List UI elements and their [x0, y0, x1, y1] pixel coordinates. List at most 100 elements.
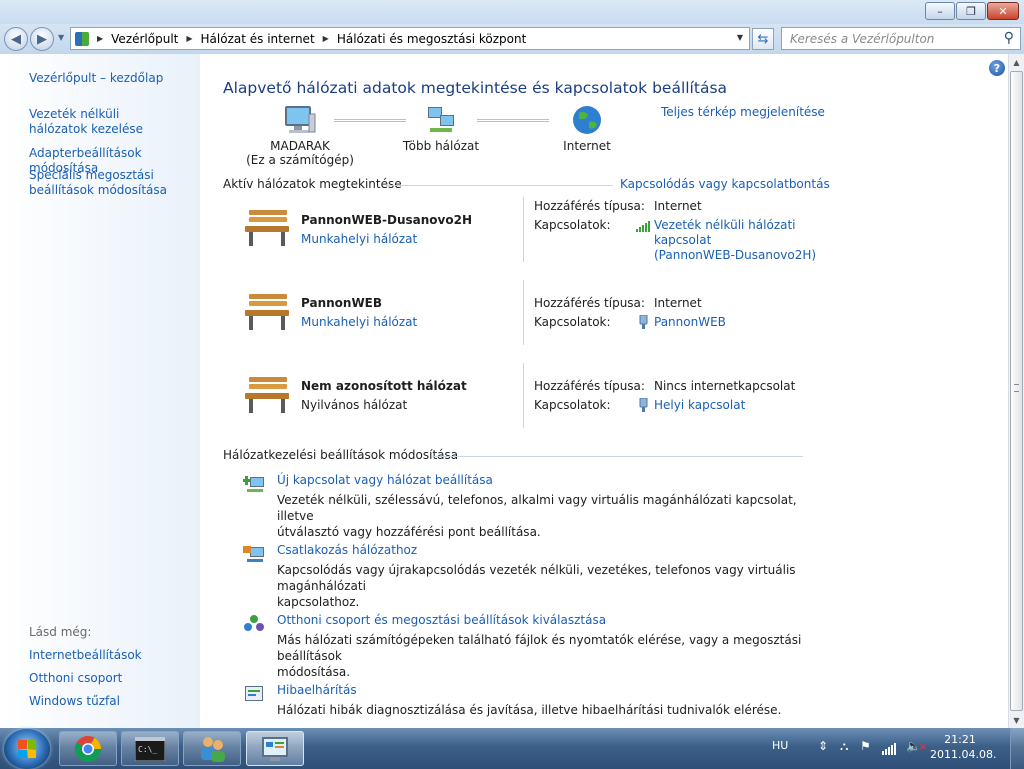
- network-type: Nyilvános hálózat: [301, 398, 408, 412]
- maximize-button[interactable]: ❐: [956, 2, 986, 20]
- map-internet[interactable]: Internet: [547, 104, 627, 153]
- forward-arrow-icon: ▶: [37, 31, 47, 47]
- chrome-icon: [74, 735, 102, 762]
- task-description: Kapcsolódás vagy újrakapcsolódás vezeték…: [277, 562, 817, 610]
- task-connect-network-link[interactable]: Csatlakozás hálózathoz: [277, 543, 417, 557]
- access-type-label: Hozzáférés típusa:: [534, 199, 645, 213]
- ethernet-icon: [639, 315, 648, 329]
- forward-button[interactable]: ▶: [30, 27, 54, 51]
- access-type-value: Internet: [654, 296, 702, 310]
- address-dropdown-icon[interactable]: ▼: [737, 33, 743, 42]
- search-icon[interactable]: ⚲: [1004, 30, 1014, 46]
- full-map-link[interactable]: Teljes térkép megjelenítése: [661, 105, 825, 119]
- taskbar-users-button[interactable]: [183, 731, 241, 766]
- taskbar-chrome-button[interactable]: [59, 731, 117, 766]
- task-new-connection-link[interactable]: Új kapcsolat vagy hálózat beállítása: [277, 473, 493, 487]
- globe-icon: [573, 106, 601, 134]
- breadcrumb-control-panel[interactable]: Vezérlőpult: [111, 32, 178, 46]
- scroll-down-icon[interactable]: ▼: [1009, 712, 1024, 728]
- network-type-link[interactable]: Munkahelyi hálózat: [301, 232, 417, 246]
- wireless-signal-icon: [636, 221, 650, 232]
- ethernet-icon: [639, 398, 648, 412]
- network-type-link[interactable]: Munkahelyi hálózat: [301, 315, 417, 329]
- clock-date[interactable]: 2011.04.08.: [930, 747, 996, 762]
- section-divider: [386, 185, 613, 186]
- network-signal-icon[interactable]: [882, 741, 898, 755]
- vertical-scrollbar[interactable]: ▲ ▼: [1008, 54, 1024, 728]
- tray-app-icon[interactable]: ⛬: [840, 739, 848, 754]
- wireless-connection-link[interactable]: Vezeték nélküli hálózati kapcsolat (Pann…: [654, 218, 816, 263]
- clock[interactable]: 21:21 2011.04.08.: [930, 732, 996, 762]
- language-indicator[interactable]: HU: [772, 739, 788, 752]
- scroll-up-icon[interactable]: ▲: [1009, 54, 1024, 70]
- start-button[interactable]: [4, 729, 50, 769]
- sidebar-link-firewall[interactable]: Windows tűzfal: [29, 694, 120, 709]
- sidebar-link-homegroup[interactable]: Otthoni csoport: [29, 671, 122, 686]
- breadcrumb-arrow-icon[interactable]: ▶: [97, 34, 103, 43]
- connection-line[interactable]: (PannonWEB-Dusanovo2H): [654, 248, 816, 263]
- close-button[interactable]: ✕: [987, 2, 1019, 20]
- sidebar-link-advanced-sharing[interactable]: Speciális megosztási beállítások módosít…: [29, 168, 169, 198]
- task-homegroup-link[interactable]: Otthoni csoport és megosztási beállításo…: [277, 613, 606, 627]
- ethernet-connection-link[interactable]: PannonWEB: [654, 315, 726, 330]
- users-icon: [201, 736, 225, 762]
- network-name: PannonWEB: [301, 296, 383, 310]
- action-center-flag-icon[interactable]: ⚑: [860, 739, 871, 753]
- search-input[interactable]: Keresés a Vezérlőpulton ⚲: [781, 27, 1021, 50]
- scroll-thumb[interactable]: [1010, 71, 1023, 711]
- task-description: Más hálózati számítógépeken található fá…: [277, 632, 817, 680]
- recent-pages-dropdown[interactable]: ▼: [58, 33, 64, 42]
- sidebar-link-control-panel-home[interactable]: Vezérlőpult – kezdőlap: [29, 71, 163, 86]
- taskbar: C:\_ HU ⇕ ⛬ ⚑ 🔈✕ 21:21 2011.04.08.: [0, 728, 1024, 769]
- breadcrumb-network-internet[interactable]: Hálózat és internet: [201, 32, 315, 46]
- svg-text:C:\_: C:\_: [138, 745, 157, 754]
- left-pane: Vezérlőpult – kezdőlap Vezeték nélküli h…: [0, 54, 200, 728]
- show-desktop-button[interactable]: [1010, 728, 1024, 769]
- back-arrow-icon: ◀: [11, 31, 21, 47]
- clock-time[interactable]: 21:21: [930, 732, 990, 747]
- description-line: Kapcsolódás vagy újrakapcsolódás vezeték…: [277, 563, 796, 593]
- minimize-button[interactable]: –: [925, 2, 955, 20]
- vertical-divider: [523, 363, 524, 428]
- taskbar-cmd-button[interactable]: C:\_: [121, 731, 179, 766]
- map-multiple-networks[interactable]: Több hálózat: [391, 104, 491, 153]
- page-title: Alapvető hálózati adatok megtekintése és…: [223, 79, 728, 97]
- volume-muted-icon[interactable]: 🔈✕: [906, 739, 927, 753]
- local-connection-link[interactable]: Helyi kapcsolat: [654, 398, 745, 413]
- control-panel-icon: [262, 736, 288, 761]
- sidebar-link-internet-options[interactable]: Internetbeállítások: [29, 648, 142, 663]
- network-name: Nem azonosított hálózat: [301, 379, 467, 393]
- command-prompt-icon: C:\_: [135, 736, 165, 761]
- map-computer[interactable]: MADARAK (Ez a számítógép): [245, 104, 355, 167]
- connection-line[interactable]: Vezeték nélküli hálózati: [654, 218, 816, 233]
- refresh-button[interactable]: ⇆: [752, 28, 774, 50]
- breadcrumb-arrow-icon[interactable]: ▶: [323, 34, 329, 43]
- homegroup-icon: [244, 615, 264, 631]
- connections-label: Kapcsolatok:: [534, 315, 611, 329]
- breadcrumb-network-center[interactable]: Hálózati és megosztási központ: [337, 32, 526, 46]
- settings-heading: Hálózatkezelési beállítások módosítása: [223, 448, 459, 462]
- windows-logo-icon: [18, 740, 36, 758]
- show-hidden-icons-icon[interactable]: ⇕: [818, 739, 828, 753]
- navigation-bar: ◀ ▶ ▼ ▶ Vezérlőpult ▶ Hálózat és interne…: [0, 24, 1024, 54]
- description-line: módosítása.: [277, 665, 351, 679]
- sidebar-link-manage-wireless[interactable]: Vezeték nélküli hálózatok kezelése: [29, 107, 179, 137]
- address-bar[interactable]: ▶ Vezérlőpult ▶ Hálózat és internet ▶ Há…: [70, 27, 750, 50]
- access-type-label: Hozzáférés típusa:: [534, 379, 645, 393]
- task-description: Vezeték nélküli, szélessávú, telefonos, …: [277, 492, 817, 540]
- refresh-icon: ⇆: [757, 31, 769, 47]
- task-troubleshoot-link[interactable]: Hibaelhárítás: [277, 683, 357, 697]
- computer-icon: [285, 106, 316, 133]
- map-connector-line: [477, 119, 549, 122]
- back-button[interactable]: ◀: [4, 27, 28, 51]
- connections-label: Kapcsolatok:: [534, 218, 611, 232]
- help-icon[interactable]: ?: [989, 60, 1005, 76]
- connect-disconnect-link[interactable]: Kapcsolódás vagy kapcsolatbontás: [620, 177, 830, 191]
- connection-line[interactable]: kapcsolat: [654, 233, 816, 248]
- internet-label: Internet: [563, 139, 611, 153]
- vertical-divider: [523, 197, 524, 262]
- active-networks-heading: Aktív hálózatok megtekintése: [223, 177, 402, 191]
- breadcrumb-arrow-icon[interactable]: ▶: [186, 34, 192, 43]
- taskbar-control-panel-button[interactable]: [246, 731, 304, 766]
- access-type-value: Nincs internetkapcsolat: [654, 379, 796, 393]
